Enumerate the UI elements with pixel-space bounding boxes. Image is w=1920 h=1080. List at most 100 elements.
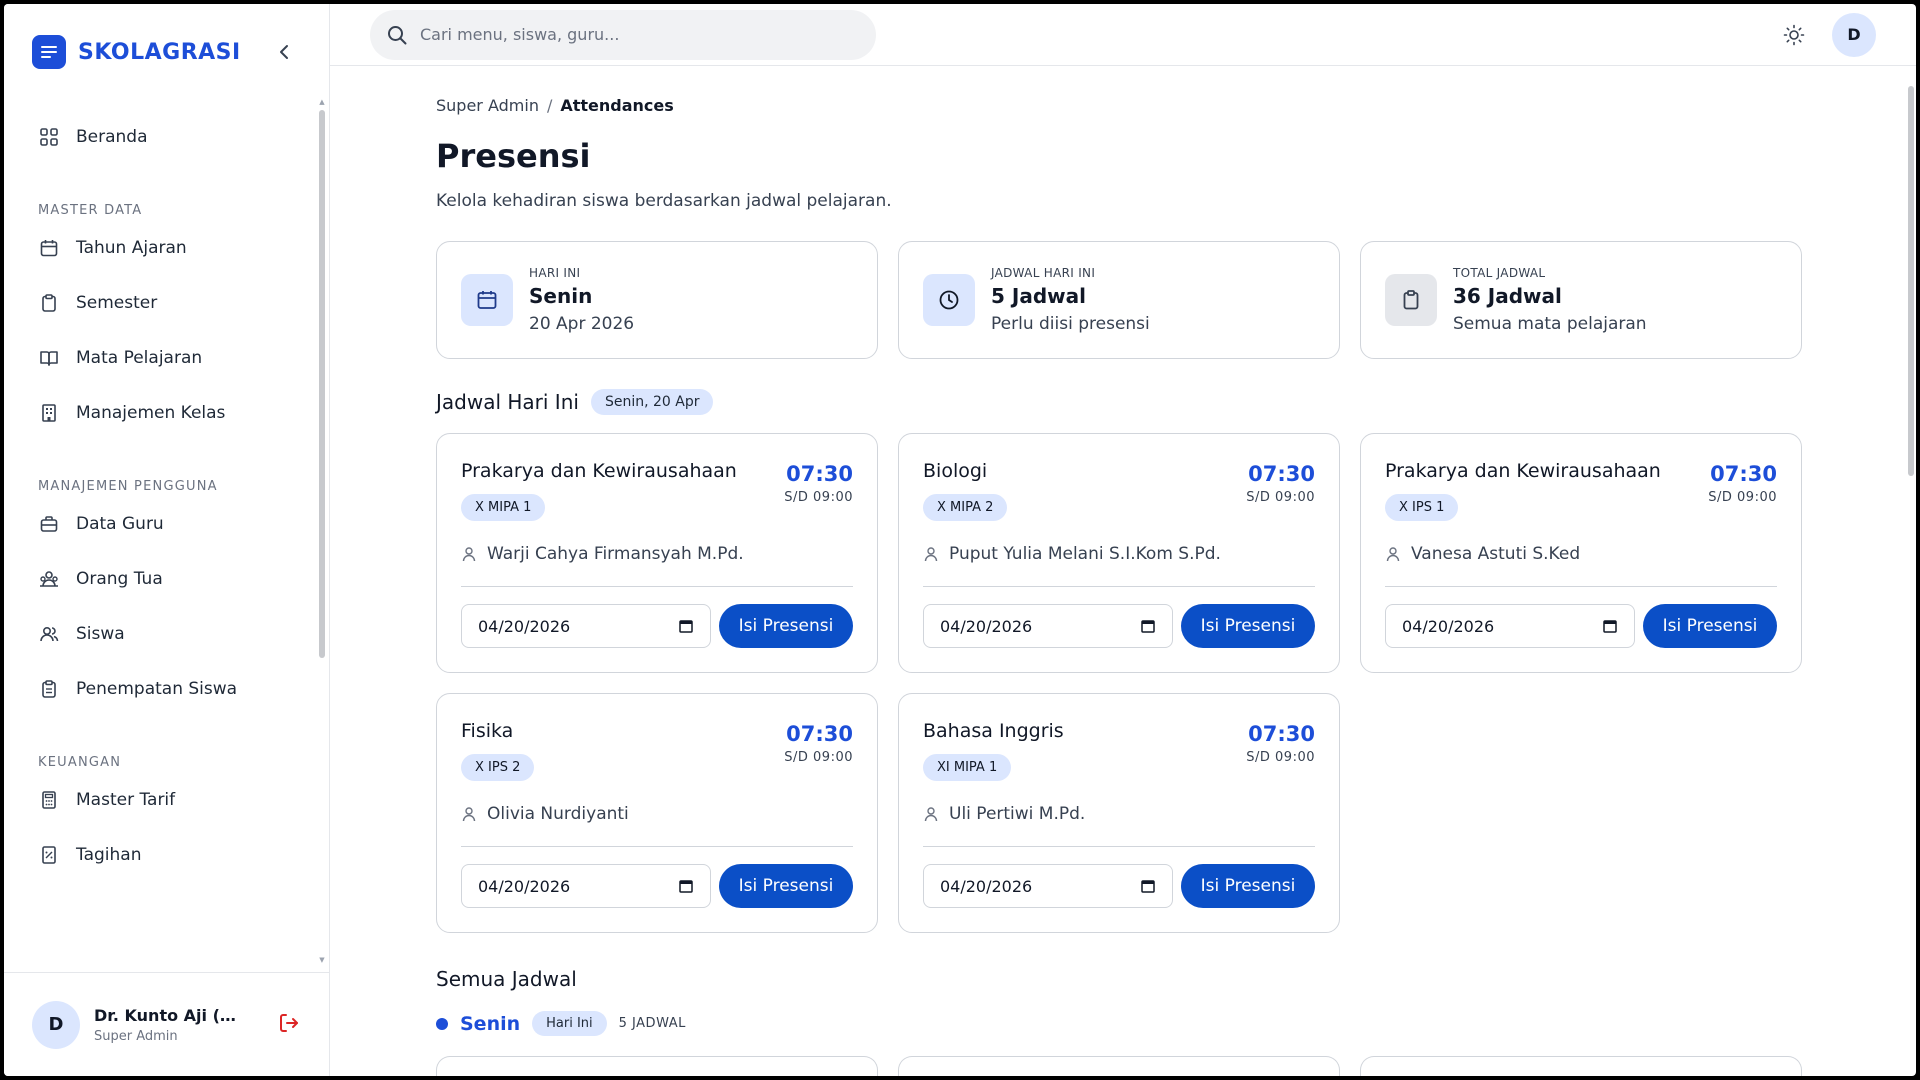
sidebar-item-manajemen-kelas[interactable]: Manajemen Kelas — [24, 388, 309, 438]
class-badge: X IPS 1 — [1385, 494, 1459, 521]
sidebar-item-penempatan-siswa[interactable]: Penempatan Siswa — [24, 664, 309, 714]
sidebar-scrollbar[interactable] — [319, 110, 325, 658]
avatar[interactable]: D — [1832, 12, 1876, 57]
sidebar-item-siswa[interactable]: Siswa — [24, 609, 309, 659]
sidebar-item-label: Orang Tua — [76, 569, 163, 589]
user-icon — [924, 547, 938, 562]
user-icon — [462, 547, 476, 562]
scroll-up-arrow[interactable]: ▲ — [319, 98, 325, 106]
user-profile: D Dr. Kunto Aji (Ke... Super Admin — [4, 972, 329, 1076]
page-subtitle: Kelola kehadiran siswa berdasarkan jadwa… — [436, 191, 892, 211]
isi-presensi-button[interactable]: Isi Presensi — [1181, 864, 1315, 908]
collapse-sidebar-button[interactable] — [269, 36, 301, 68]
user-icon — [462, 807, 476, 822]
brand-name: SKOLAGRASI — [78, 39, 241, 65]
user-info: Dr. Kunto Aji (Ke... Super Admin — [94, 1006, 244, 1044]
sidebar-item-label: Master Tarif — [76, 790, 176, 810]
user-role: Super Admin — [94, 1028, 178, 1044]
clock-icon — [923, 274, 975, 326]
today-badge: Hari Ini — [532, 1011, 607, 1036]
date-value: 04/20/2026 — [478, 616, 571, 636]
sidebar-item-master-tarif[interactable]: Master Tarif — [24, 775, 309, 825]
calendar-picker-icon[interactable] — [678, 878, 694, 894]
start-time: 07:30 — [1248, 462, 1315, 486]
user-name: Dr. Kunto Aji (Ke... — [94, 1005, 244, 1025]
isi-presensi-button[interactable]: Isi Presensi — [719, 604, 853, 648]
date-value: 04/20/2026 — [478, 876, 571, 896]
briefcase-icon — [38, 513, 60, 535]
grid-icon — [38, 126, 60, 148]
stat-card-total: TOTAL JADWAL 36 Jadwal Semua mata pelaja… — [1360, 241, 1802, 359]
schedule-card — [436, 1056, 878, 1076]
sidebar-item-label: Mata Pelajaran — [76, 348, 203, 368]
stat-desc: Semua mata pelajaran — [1453, 314, 1647, 334]
start-time: 07:30 — [1710, 462, 1777, 486]
stat-label: HARI INI — [529, 266, 581, 280]
stat-card-today: HARI INI Senin 20 Apr 2026 — [436, 241, 878, 359]
day-group-header[interactable]: Senin Hari Ini 5 JADWAL — [436, 1011, 1810, 1036]
logout-icon — [280, 1013, 298, 1032]
building-icon — [38, 402, 60, 424]
end-time: S/D 09:00 — [784, 750, 853, 765]
sidebar-item-semester[interactable]: Semester — [24, 278, 309, 328]
menu-logo-icon — [32, 35, 66, 69]
teacher-row: Vanesa Astuti S.Ked — [1385, 544, 1580, 564]
calendar-picker-icon[interactable] — [1602, 618, 1618, 634]
user-icon — [1386, 547, 1400, 562]
sidebar-item-label: Beranda — [76, 127, 148, 147]
end-time: S/D 09:00 — [1246, 490, 1315, 505]
calendar-picker-icon[interactable] — [1140, 618, 1156, 634]
search-input[interactable] — [420, 25, 860, 44]
logout-button[interactable] — [277, 1011, 301, 1039]
search-icon — [388, 25, 407, 44]
teacher-name: Uli Pertiwi M.Pd. — [949, 804, 1086, 824]
sidebar-item-mata-pelajaran[interactable]: Mata Pelajaran — [24, 333, 309, 383]
breadcrumb-root[interactable]: Super Admin — [436, 96, 539, 115]
sidebar-item-label: Tahun Ajaran — [76, 238, 187, 258]
calendar-picker-icon[interactable] — [1140, 878, 1156, 894]
date-input[interactable]: 04/20/2026 — [923, 604, 1173, 648]
main-area: D Super Admin / Attendances Presensi Kel… — [330, 4, 1916, 1076]
date-input[interactable]: 04/20/2026 — [1385, 604, 1635, 648]
search-bar[interactable] — [370, 9, 876, 60]
sidebar-item-label: Data Guru — [76, 514, 164, 534]
date-input[interactable]: 04/20/2026 — [461, 864, 711, 908]
class-badge: X MIPA 1 — [461, 494, 546, 521]
app-window: SKOLAGRASI Beranda MASTER DATA Tahun Aja… — [4, 4, 1916, 1076]
isi-presensi-button[interactable]: Isi Presensi — [1643, 604, 1777, 648]
today-header: Jadwal Hari Ini Senin, 20 Apr — [436, 389, 1810, 415]
breadcrumb-separator: / — [546, 96, 553, 115]
isi-presensi-button[interactable]: Isi Presensi — [719, 864, 853, 908]
start-time: 07:30 — [786, 722, 853, 746]
date-input[interactable]: 04/20/2026 — [461, 604, 711, 648]
sidebar-nav: Beranda MASTER DATA Tahun Ajaran Semeste… — [4, 100, 329, 972]
stat-value: 5 Jadwal — [991, 284, 1086, 308]
schedule-count: 5 JADWAL — [618, 1016, 686, 1031]
divider — [1385, 586, 1777, 587]
clipboard-icon — [38, 292, 60, 314]
date-input[interactable]: 04/20/2026 — [923, 864, 1173, 908]
stat-value: Senin — [529, 284, 593, 308]
sidebar-item-tagihan[interactable]: Tagihan — [24, 830, 309, 880]
content: Super Admin / Attendances Presensi Kelol… — [330, 66, 1810, 1076]
teacher-name: Puput Yulia Melani S.I.Kom S.Pd. — [949, 544, 1221, 564]
main-scrollbar[interactable] — [1908, 86, 1914, 476]
theme-toggle-button[interactable] — [1776, 17, 1812, 53]
teacher-row: Warji Cahya Firmansyah M.Pd. — [461, 544, 744, 564]
avatar[interactable]: D — [32, 1000, 80, 1049]
sidebar-item-orang-tua[interactable]: Orang Tua — [24, 554, 309, 604]
stat-label: TOTAL JADWAL — [1453, 266, 1546, 280]
date-value: 04/20/2026 — [940, 616, 1033, 636]
scroll-down-arrow[interactable]: ▼ — [319, 956, 325, 964]
calendar-picker-icon[interactable] — [678, 618, 694, 634]
sidebar-item-beranda[interactable]: Beranda — [24, 112, 309, 162]
sidebar-item-data-guru[interactable]: Data Guru — [24, 499, 309, 549]
sidebar-item-tahun-ajaran[interactable]: Tahun Ajaran — [24, 223, 309, 273]
topbar-actions: D — [1776, 12, 1876, 57]
stats-row: HARI INI Senin 20 Apr 2026 JADWAL HARI I… — [436, 241, 1810, 359]
isi-presensi-button[interactable]: Isi Presensi — [1181, 604, 1315, 648]
date-value: 04/20/2026 — [940, 876, 1033, 896]
section-manajemen-pengguna: MANAJEMEN PENGGUNA — [38, 479, 218, 494]
calculator-icon — [38, 789, 60, 811]
teacher-name: Warji Cahya Firmansyah M.Pd. — [487, 544, 744, 564]
